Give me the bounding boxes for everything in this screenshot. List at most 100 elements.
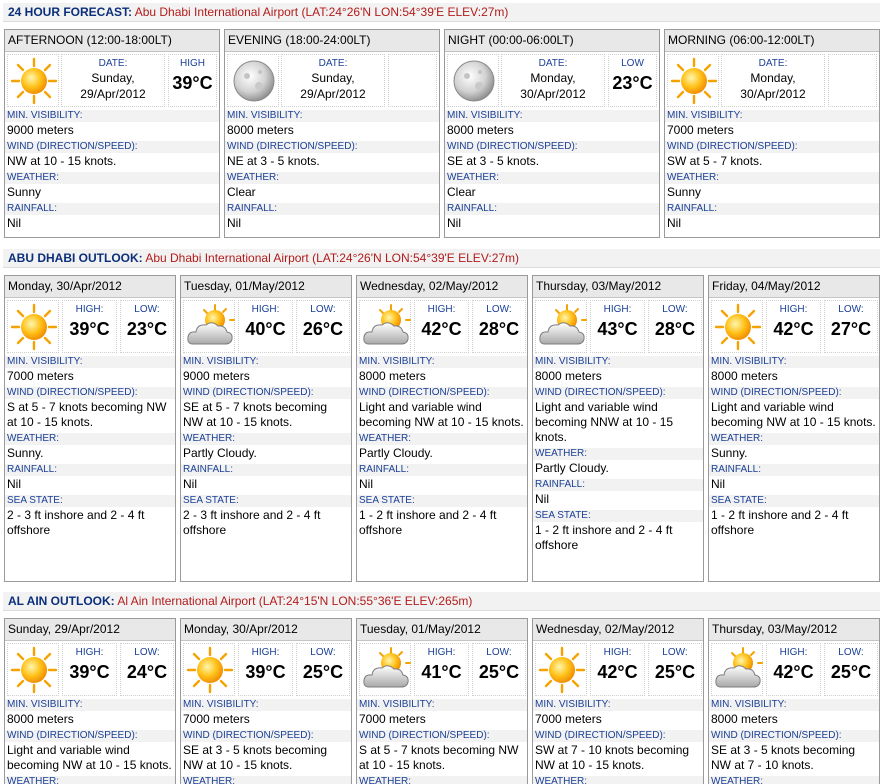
high-temp: 39°C	[69, 319, 110, 339]
high-label: HIGH:	[75, 647, 104, 658]
partly-cloudy-icon	[711, 643, 763, 696]
temp-value: 23°C	[612, 73, 653, 93]
visibility-value: 7000 meters	[535, 712, 602, 726]
low-label: LOW:	[134, 647, 160, 658]
high-label: HIGH:	[251, 647, 280, 658]
high-label: HIGH:	[75, 304, 104, 315]
high-box: HIGH: 42°C	[766, 300, 821, 353]
visibility-value: 8000 meters	[359, 369, 426, 383]
sea-state-value: 2 - 3 ft inshore and 2 - 4 ft offshore	[7, 508, 145, 537]
low-box: LOW: 25°C	[472, 643, 526, 696]
visibility-label: MIN. VISIBILITY:	[445, 110, 659, 122]
date-value: 30/Apr/2012	[740, 87, 806, 101]
visibility-label: MIN. VISIBILITY:	[709, 356, 879, 368]
weather-value: Partly Cloudy.	[535, 461, 609, 475]
low-temp: 25°C	[478, 662, 520, 682]
wind-label: WIND (DIRECTION/SPEED):	[665, 141, 879, 153]
card-period: EVENING (18:00-24:00LT)	[225, 30, 439, 52]
rainfall-value: Nil	[227, 216, 241, 230]
partly-cloudy-icon	[183, 300, 235, 353]
low-box: LOW: 28°C	[472, 300, 526, 353]
card-day: Monday, 30/Apr/2012	[5, 276, 175, 298]
date-label: DATE:	[318, 58, 348, 69]
low-label: LOW:	[486, 647, 512, 658]
visibility-value: 8000 meters	[7, 712, 74, 726]
weather-value: Sunny.	[711, 446, 748, 460]
high-label: HIGH:	[251, 304, 280, 315]
card-day: Thursday, 03/May/2012	[533, 276, 703, 298]
forecast24-card-afternoon: AFTERNOON (12:00-18:00LT) DATE: Sunday, …	[4, 29, 220, 238]
abudhabi-day-card: Wednesday, 02/May/2012 HIGH: 42°C LOW: 2…	[356, 275, 528, 582]
weather-label: WEATHER:	[357, 776, 527, 784]
temp-box: LOW 23°C	[608, 54, 657, 107]
high-temp: 39°C	[245, 662, 286, 682]
sun-icon	[7, 643, 59, 696]
low-temp: 23°C	[126, 319, 168, 339]
wind-value: SE at 3 - 5 knots becoming NW at 7 - 10 …	[711, 743, 856, 772]
rainfall-label: RAINFALL:	[5, 464, 175, 476]
date-weekday: Monday,	[530, 71, 576, 85]
visibility-label: MIN. VISIBILITY:	[5, 356, 175, 368]
high-box: HIGH: 39°C	[62, 300, 117, 353]
abudhabi-day-card: Friday, 04/May/2012 HIGH: 42°C LOW: 27°C…	[708, 275, 880, 582]
low-temp: 25°C	[302, 662, 344, 682]
date-box: DATE: Sunday, 29/Apr/2012	[61, 54, 165, 107]
sun-icon	[667, 54, 719, 107]
high-temp: 42°C	[421, 319, 462, 339]
date-value: 30/Apr/2012	[520, 87, 586, 101]
sea-state-value: 1 - 2 ft inshore and 2 - 4 ft offshore	[535, 523, 673, 552]
card-day: Sunday, 29/Apr/2012	[5, 619, 175, 641]
section-location: Abu Dhabi International Airport (LAT:24°…	[145, 251, 520, 265]
low-box: LOW: 28°C	[648, 300, 702, 353]
wind-label: WIND (DIRECTION/SPEED):	[709, 387, 879, 399]
card-day: Friday, 04/May/2012	[709, 276, 879, 298]
abudhabi-day-card: Monday, 30/Apr/2012 HIGH: 39°C LOW: 23°C…	[4, 275, 176, 582]
section-location: Al Ain International Airport (LAT:24°15'…	[117, 594, 473, 608]
forecast24-card-night: NIGHT (00:00-06:00LT) DATE: Monday, 30/A…	[444, 29, 660, 238]
abudhabi-day-card: Thursday, 03/May/2012 HIGH: 43°C LOW: 28…	[532, 275, 704, 582]
high-temp: 41°C	[421, 662, 462, 682]
date-value: 29/Apr/2012	[80, 87, 146, 101]
visibility-value: 7000 meters	[183, 712, 250, 726]
visibility-label: MIN. VISIBILITY:	[709, 699, 879, 711]
wind-value: Light and variable wind becoming NW at 1…	[359, 400, 524, 429]
wind-label: WIND (DIRECTION/SPEED):	[5, 730, 175, 742]
date-value: 29/Apr/2012	[300, 87, 366, 101]
low-box: LOW: 26°C	[296, 300, 350, 353]
rainfall-label: RAINFALL:	[225, 203, 439, 215]
low-temp: 28°C	[478, 319, 520, 339]
moon-icon	[447, 54, 499, 107]
visibility-label: MIN. VISIBILITY:	[5, 110, 219, 122]
wind-value: Light and variable wind becoming NNW at …	[535, 400, 674, 444]
high-temp: 42°C	[773, 662, 814, 682]
high-box: HIGH: 42°C	[414, 300, 469, 353]
rainfall-label: RAINFALL:	[5, 203, 219, 215]
weather-value: Clear	[447, 185, 476, 199]
wind-label: WIND (DIRECTION/SPEED):	[181, 730, 351, 742]
sea-state-value: 1 - 2 ft inshore and 2 - 4 ft offshore	[359, 508, 497, 537]
low-box: LOW: 25°C	[824, 643, 878, 696]
visibility-value: 9000 meters	[183, 369, 250, 383]
low-label: LOW:	[838, 647, 864, 658]
abudhabi-outlook-header: ABU DHABI OUTLOOK: Abu Dhabi Internation…	[3, 249, 880, 268]
weather-label: WEATHER:	[709, 433, 879, 445]
sun-icon	[7, 300, 59, 353]
high-box: HIGH: 39°C	[62, 643, 117, 696]
card-day: Wednesday, 02/May/2012	[357, 276, 527, 298]
high-box: HIGH: 42°C	[766, 643, 821, 696]
low-box: LOW: 23°C	[120, 300, 174, 353]
sun-icon	[711, 300, 763, 353]
rainfall-label: RAINFALL:	[665, 203, 879, 215]
date-label: DATE:	[538, 58, 568, 69]
wind-label: WIND (DIRECTION/SPEED):	[357, 730, 527, 742]
high-label: HIGH:	[603, 304, 632, 315]
rainfall-label: RAINFALL:	[181, 464, 351, 476]
section-title: AL AIN OUTLOOK:	[8, 594, 115, 608]
visibility-label: MIN. VISIBILITY:	[5, 699, 175, 711]
low-label: LOW:	[310, 647, 336, 658]
rainfall-value: Nil	[7, 216, 21, 230]
weather-value: Partly Cloudy.	[359, 446, 433, 460]
sun-icon	[535, 643, 587, 696]
low-label: LOW:	[838, 304, 864, 315]
card-period: MORNING (06:00-12:00LT)	[665, 30, 879, 52]
